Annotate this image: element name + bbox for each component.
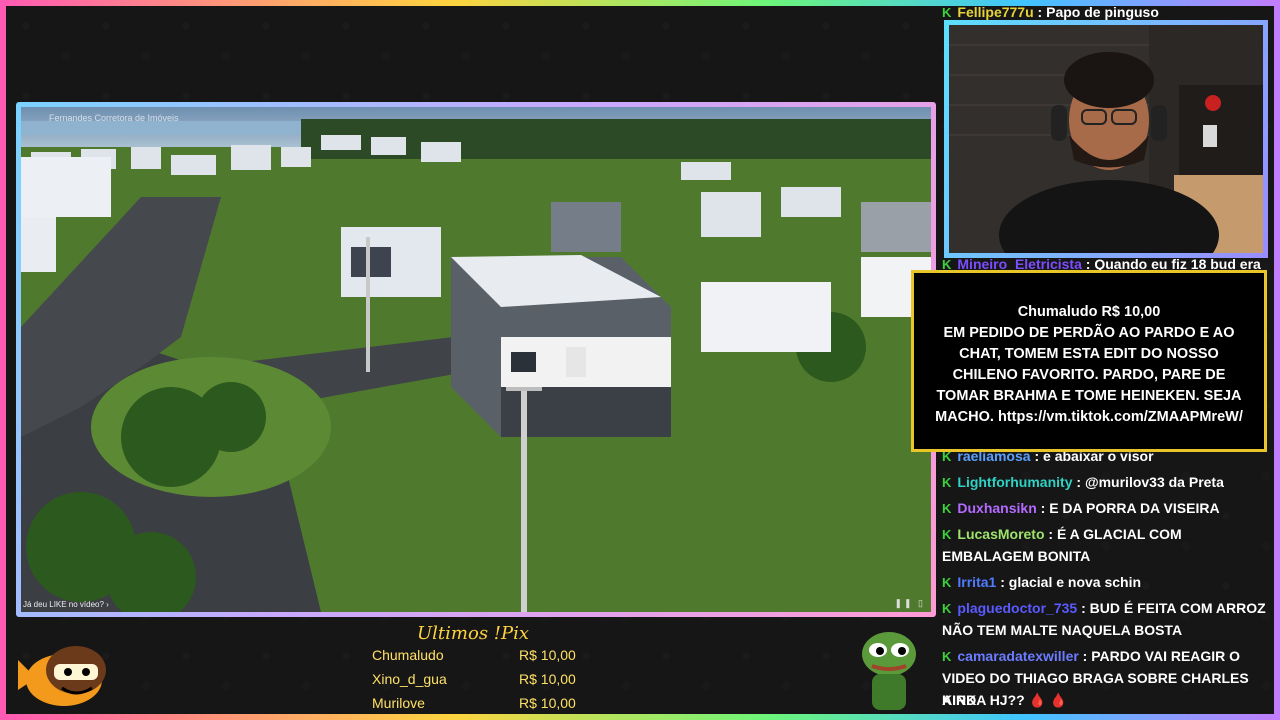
chat-text: PARDO VAI REAGIR O xyxy=(1091,648,1241,664)
video-channel-watermark: Fernandes Corretora de Imóveis xyxy=(49,113,179,123)
pix-donation-amount: R$ 10,00 xyxy=(519,671,576,687)
video-controls[interactable]: ❚❚ ▯ xyxy=(894,598,925,609)
chat-message: K Duxhansikn : E DA PORRA DA VISEIRA xyxy=(942,500,1220,516)
chat-username[interactable]: LucasMoreto xyxy=(957,526,1044,542)
kick-badge-icon: K xyxy=(942,475,952,490)
streamer-webcam-image xyxy=(949,25,1263,290)
pix-donation-amount: R$ 10,00 xyxy=(519,695,576,711)
chat-username[interactable]: Duxhansikn xyxy=(957,500,1036,516)
webcam-feed xyxy=(944,20,1268,290)
kick-badge-icon: K xyxy=(942,501,952,516)
video-frame xyxy=(21,107,931,612)
chat-text: EMBALAGEM BONITA xyxy=(942,548,1091,564)
kick-badge-icon: K xyxy=(942,575,952,590)
pix-donor-name: Xino_d_gua xyxy=(372,671,447,687)
chat-username[interactable]: Lightforhumanity xyxy=(957,474,1072,490)
chat-message-continued: AINDA HJ?? 🩸 🩸 xyxy=(942,689,1274,711)
kick-badge-icon: K xyxy=(942,601,952,616)
chat-username[interactable]: Fellipe777u xyxy=(957,4,1033,20)
kick-badge-icon: K xyxy=(942,527,952,542)
donation-message-line: MACHO. https://vm.tiktok.com/ZMAAPMreW/ xyxy=(935,409,1243,425)
pix-donor-name: Murilove xyxy=(372,695,425,711)
like-prompt[interactable]: Já deu LIKE no vídeo? › xyxy=(23,600,109,609)
chat-text: glacial e nova schin xyxy=(1008,574,1142,590)
donation-message-line: CHAT, TOMEM ESTA EDIT DO NOSSO xyxy=(959,346,1219,362)
chat-username[interactable]: camaradatexwiller xyxy=(957,648,1078,664)
chat-text: NÃO TEM MALTE NAQUELA BOSTA xyxy=(942,622,1183,638)
donation-message-line: TOMAR BRAHMA E TOME HEINEKEN. SEJA xyxy=(936,388,1242,404)
chat-message: Kcamaradatexwiller : PARDO VAI REAGIR O xyxy=(942,648,1241,664)
donation-alert: Chumaludo R$ 10,00 EM PEDIDO DE PERDÃO A… xyxy=(911,270,1267,452)
chat-username[interactable]: Irrita1 xyxy=(957,574,996,590)
kick-badge-icon: K xyxy=(942,649,952,664)
chat-text: Papo de pinguso xyxy=(1046,4,1159,20)
pix-list-title: Ultimos !Pix xyxy=(417,623,530,644)
donation-header: Chumaludo R$ 10,00 xyxy=(1017,304,1161,320)
chat-text: E DA PORRA DA VISEIRA xyxy=(1049,500,1220,516)
chat-message: Kplaguedoctor_735 : BUD É FEITA COM ARRO… xyxy=(942,600,1266,616)
chat-message-continued: EMBALAGEM BONITA xyxy=(942,545,1274,567)
aerial-neighborhood-image xyxy=(21,107,931,612)
mascot-character-icon xyxy=(18,646,106,706)
chat-message: K LucasMoreto : É A GLACIAL COM xyxy=(942,526,1182,542)
donation-message-line: EM PEDIDO DE PERDÃO AO PARDO E AO xyxy=(943,325,1235,341)
chat-message: K Lightforhumanity : @murilov33 da Preta xyxy=(942,474,1224,490)
pix-donor-name: Chumaludo xyxy=(372,647,444,663)
chat-text: @murilov33 da Preta xyxy=(1084,474,1224,490)
chat-message: K Irrita1 : glacial e nova schin xyxy=(942,574,1142,590)
pix-donation-amount: R$ 10,00 xyxy=(519,647,576,663)
chat-text: AINDA HJ?? 🩸 🩸 xyxy=(942,692,1068,708)
kick-badge-icon: K xyxy=(942,5,952,20)
video-player[interactable]: Fernandes Corretora de Imóveis Já deu LI… xyxy=(16,102,936,617)
chat-text: BUD É FEITA COM ARROZ xyxy=(1089,600,1266,616)
chat-text: É A GLACIAL COM xyxy=(1056,526,1182,542)
chat-username[interactable]: plaguedoctor_735 xyxy=(957,600,1077,616)
pepe-frog-icon xyxy=(862,632,916,710)
donation-message-line: CHILENO FAVORITO. PARDO, PARE DE xyxy=(952,367,1226,383)
chat-message-continued: NÃO TEM MALTE NAQUELA BOSTA xyxy=(942,619,1274,641)
chat-message: K Fellipe777u : Papo de pinguso xyxy=(942,4,1159,20)
